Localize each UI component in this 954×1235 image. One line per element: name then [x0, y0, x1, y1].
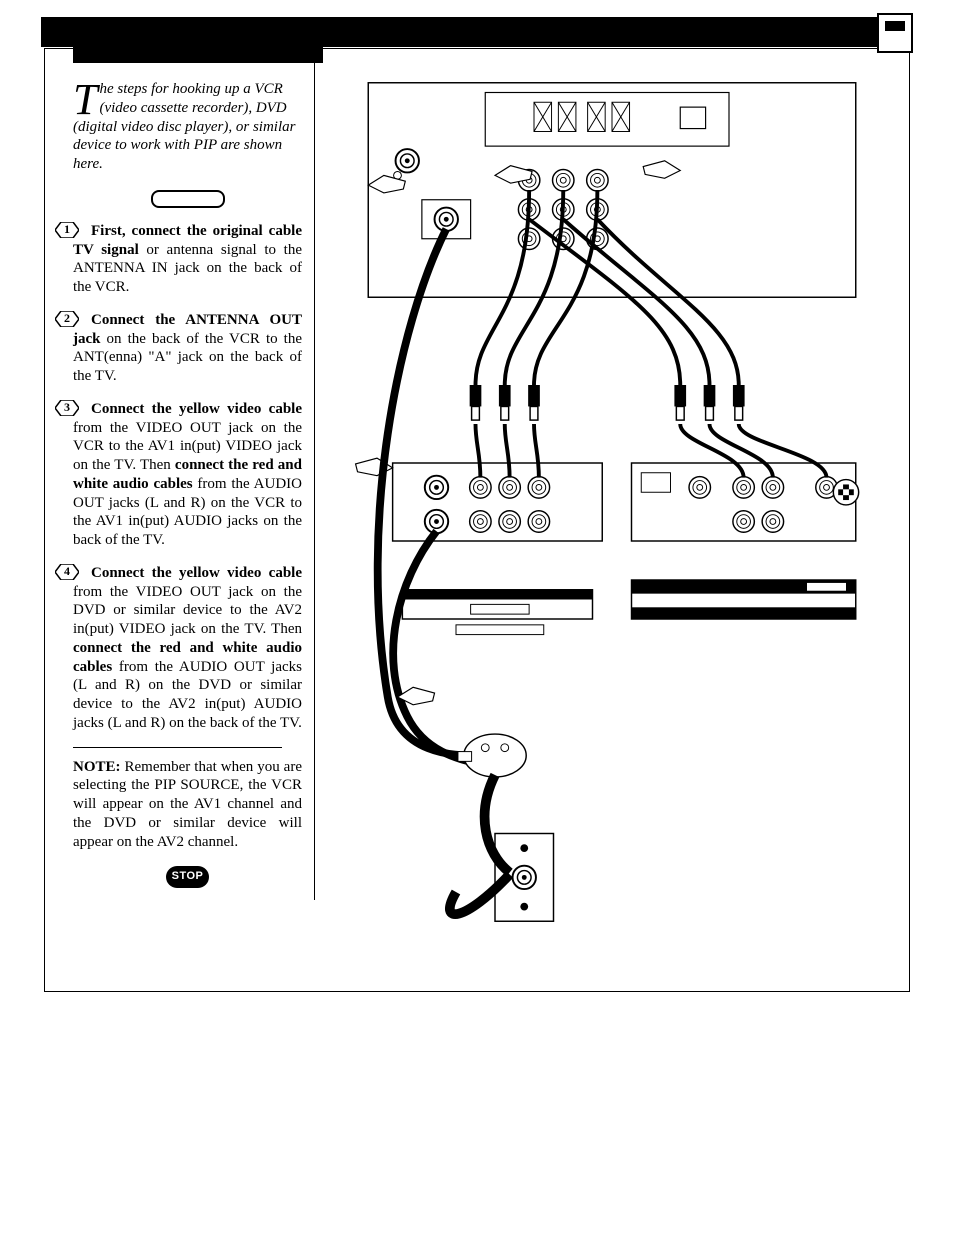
step-2-marker-icon: 2	[55, 311, 79, 327]
step-1-marker-icon: 1	[55, 222, 79, 238]
note-label: NOTE:	[73, 759, 121, 775]
intro-dropcap: T	[73, 80, 99, 116]
step-3-bold1: Connect the yellow video cable	[91, 401, 302, 417]
step-3: 3 Connect the yellow video cable from th…	[73, 400, 302, 550]
step-4-bold1: Connect the yellow video cable	[91, 565, 302, 581]
note-paragraph: NOTE: Remember that when you are selecti…	[73, 758, 302, 852]
stop-row: STOP	[73, 866, 302, 888]
content-row: The steps for hooking up a VCR (video ca…	[45, 49, 909, 951]
wiring-diagram	[315, 49, 909, 951]
intro-paragraph: The steps for hooking up a VCR (video ca…	[73, 80, 302, 174]
step-4-rest1: from the VIDEO OUT jack on the DVD or si…	[73, 584, 302, 638]
pill-divider-icon	[151, 190, 225, 208]
step-4-marker-icon: 4	[55, 564, 79, 580]
step-4: 4 Connect the yellow video cable from th…	[73, 564, 302, 733]
wiring-diagram-svg	[339, 73, 885, 951]
step-1: 1 First, connect the original cable TV s…	[73, 222, 302, 297]
step-2-rest: on the back of the VCR to the ANT(enna) …	[73, 331, 302, 385]
instruction-column: The steps for hooking up a VCR (video ca…	[45, 49, 315, 900]
intro-text: he steps for hooking up a VCR (video cas…	[73, 81, 295, 172]
page-frame: The steps for hooking up a VCR (video ca…	[44, 48, 910, 992]
header-blackbar	[41, 17, 913, 47]
column-header-blackbar	[73, 47, 323, 63]
step-3-marker-icon: 3	[55, 400, 79, 416]
step-2: 2 Connect the ANTENNA OUT jack on the ba…	[73, 311, 302, 386]
stop-icon: STOP	[166, 866, 210, 888]
page-corner-icon	[877, 13, 913, 53]
separator-line	[73, 747, 282, 748]
